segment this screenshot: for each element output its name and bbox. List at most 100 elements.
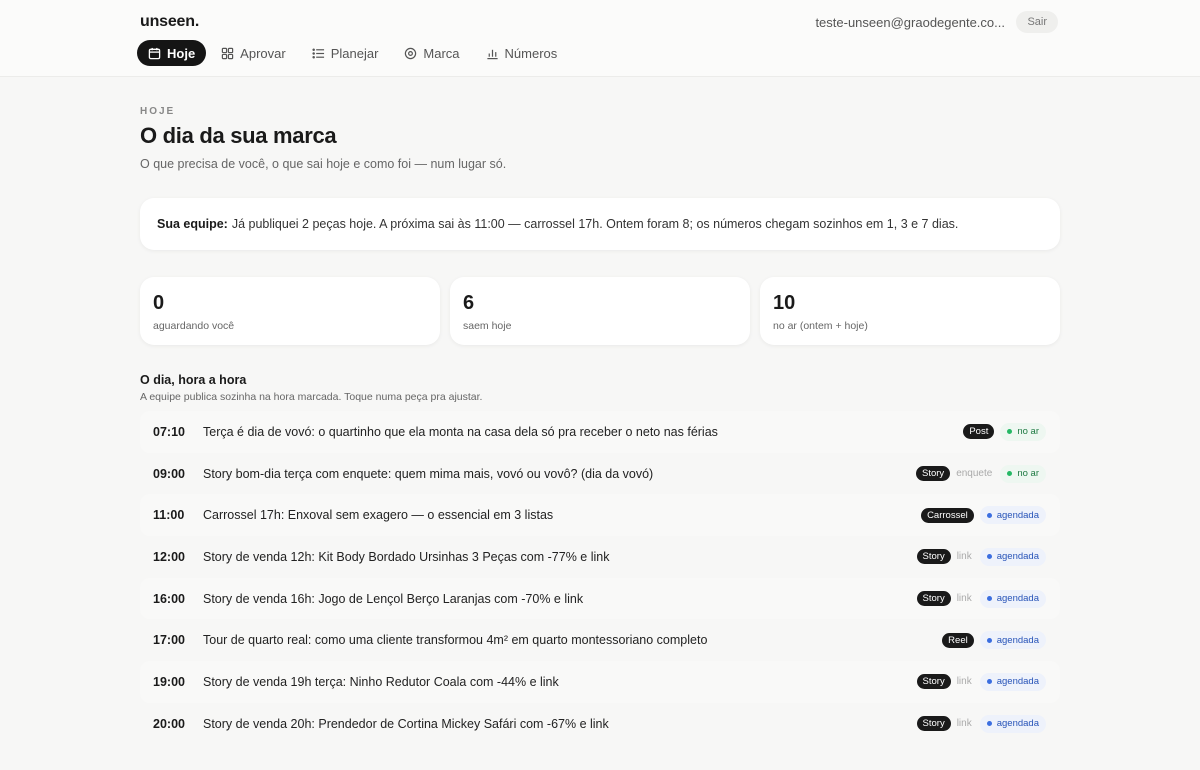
stat-label: no ar (ontem + hoje): [773, 320, 868, 332]
content-type-badge: Post: [963, 424, 995, 440]
schedule-title: O dia, hora a hora: [140, 373, 247, 387]
extra-tag: link: [956, 551, 972, 563]
row-title: Story de venda 12h: Kit Body Bordado Urs…: [203, 549, 610, 564]
status-badge: agendada: [979, 547, 1046, 566]
row-meta: Post no ar: [963, 422, 1046, 441]
page-eyebrow: HOJE: [140, 106, 176, 117]
content-type-badge: Carrossel: [921, 507, 974, 523]
status-dot-icon: [986, 679, 992, 685]
nav-item-planejar[interactable]: Planejar: [301, 40, 390, 66]
status-dot-icon: [986, 596, 992, 602]
content-type-badge: Story: [916, 591, 951, 607]
row-time: 12:00: [153, 549, 185, 564]
status-dot-icon: [1007, 471, 1013, 477]
schedule-row[interactable]: 19:00 Story de venda 19h terça: Ninho Red…: [140, 661, 1060, 703]
team-message-card: Sua equipe: Já publiquei 2 peças hoje. A…: [140, 198, 1060, 250]
schedule-row[interactable]: 20:00 Story de venda 20h: Prendedor de Co…: [140, 703, 1060, 745]
row-time: 19:00: [153, 674, 185, 689]
status-label: agendada: [996, 593, 1039, 605]
status-badge: agendada: [979, 631, 1046, 650]
stat-value: 0: [153, 292, 165, 314]
row-time: 11:00: [153, 508, 185, 523]
logout-button[interactable]: Sair: [1016, 11, 1058, 33]
main-content: HOJE O dia da sua marca O que precisa de…: [140, 76, 1060, 745]
stat-card-live[interactable]: 10 no ar (ontem + hoje): [760, 277, 1060, 345]
row-time: 09:00: [153, 466, 185, 481]
main-nav: Hoje Aprovar Planejar Marca Números: [137, 40, 568, 66]
nav-item-label: Marca: [423, 45, 460, 61]
content-type-badge: Story: [916, 466, 951, 482]
stat-card-today[interactable]: 6 saem hoje: [450, 277, 750, 345]
row-title: Story de venda 20h: Prendedor de Cortina…: [203, 716, 609, 731]
row-time: 20:00: [153, 716, 185, 731]
row-time: 16:00: [153, 591, 185, 606]
row-title: Carrossel 17h: Enxoval sem exagero — o e…: [203, 508, 554, 523]
stat-value: 10: [773, 292, 796, 314]
status-label: agendada: [996, 718, 1039, 730]
row-title: Story de venda 19h terça: Ninho Redutor …: [203, 674, 559, 689]
schedule-row[interactable]: 07:10 Terça é dia de vovó: o quartinho qu…: [140, 411, 1060, 453]
extra-tag: enquete: [956, 468, 993, 480]
status-dot-icon: [986, 512, 992, 518]
status-dot-icon: [1007, 429, 1013, 435]
status-badge: agendada: [979, 672, 1046, 691]
team-message: Já publiquei 2 peças hoje. A próxima sai…: [231, 217, 959, 231]
status-badge: agendada: [979, 714, 1046, 733]
row-title: Story de venda 16h: Jogo de Lençol Berço…: [203, 591, 584, 606]
row-title: Tour de quarto real: como uma cliente tr…: [203, 633, 708, 648]
extra-tag: link: [956, 718, 972, 730]
nav-item-hoje[interactable]: Hoje: [137, 40, 207, 66]
row-title: Story bom-dia terça com enquete: quem mi…: [203, 466, 654, 481]
status-label: agendada: [996, 551, 1039, 563]
row-meta: Carrossel agendada: [921, 506, 1046, 525]
user-email: teste-unseen@graodegente.co...: [815, 15, 1005, 30]
stat-label: saem hoje: [463, 320, 512, 332]
stats-row: 0 aguardando você 6 saem hoje 10 no ar (…: [140, 277, 1060, 345]
content-type-badge: Reel: [942, 632, 974, 648]
grid-icon: [221, 47, 234, 59]
status-badge: agendada: [979, 589, 1046, 608]
schedule-list: 07:10 Terça é dia de vovó: o quartinho qu…: [140, 411, 1060, 745]
content-type-badge: Story: [916, 674, 951, 690]
schedule-row[interactable]: 17:00 Tour de quarto real: como uma clien…: [140, 619, 1060, 661]
logo[interactable]: unseen.: [140, 13, 199, 31]
page-subtitle: O que precisa de você, o que sai hoje e …: [140, 157, 507, 171]
row-time: 07:10: [153, 424, 185, 439]
nav-item-label: Planejar: [330, 45, 379, 61]
status-badge: agendada: [979, 506, 1046, 525]
nav-item-marca[interactable]: Marca: [393, 40, 470, 66]
row-meta: Story link agendada: [916, 714, 1046, 733]
schedule-row[interactable]: 11:00 Carrossel 17h: Enxoval sem exagero …: [140, 494, 1060, 537]
schedule-subtitle: A equipe publica sozinha na hora marcada…: [140, 391, 483, 403]
status-badge: no ar: [1000, 464, 1046, 483]
top-bar: unseen. teste-unseen@graodegente.co... S…: [0, 0, 1200, 77]
target-icon: [405, 47, 417, 59]
bar-chart-icon: [486, 49, 498, 59]
status-label: agendada: [996, 509, 1039, 521]
row-meta: Story link agendada: [916, 547, 1046, 566]
list-icon: [312, 48, 324, 58]
nav-item-label: Aprovar: [240, 45, 286, 61]
stat-label: aguardando você: [153, 320, 235, 332]
stat-card-awaiting[interactable]: 0 aguardando você: [140, 277, 440, 345]
row-meta: Story link agendada: [916, 672, 1046, 691]
content-type-badge: Story: [916, 549, 951, 565]
schedule-row[interactable]: 09:00 Story bom-dia terça com enquete: qu…: [140, 453, 1060, 495]
calendar-icon: [148, 47, 161, 59]
status-badge: no ar: [1000, 422, 1046, 441]
nav-item-aprovar[interactable]: Aprovar: [210, 40, 297, 66]
row-meta: Story link agendada: [916, 589, 1046, 608]
row-time: 17:00: [153, 633, 185, 648]
extra-tag: link: [956, 676, 972, 688]
stat-value: 6: [463, 292, 475, 314]
row-meta: Story enquete no ar: [916, 464, 1046, 483]
status-label: agendada: [996, 634, 1039, 646]
nav-item-numeros[interactable]: Números: [475, 40, 569, 66]
extra-tag: link: [956, 593, 972, 605]
status-dot-icon: [986, 721, 992, 727]
schedule-row[interactable]: 12:00 Story de venda 12h: Kit Body Bordad…: [140, 536, 1060, 578]
status-label: no ar: [1017, 426, 1039, 438]
status-dot-icon: [986, 637, 992, 643]
page-title: O dia da sua marca: [140, 123, 337, 148]
schedule-row[interactable]: 16:00 Story de venda 16h: Jogo de Lençol …: [140, 577, 1060, 620]
